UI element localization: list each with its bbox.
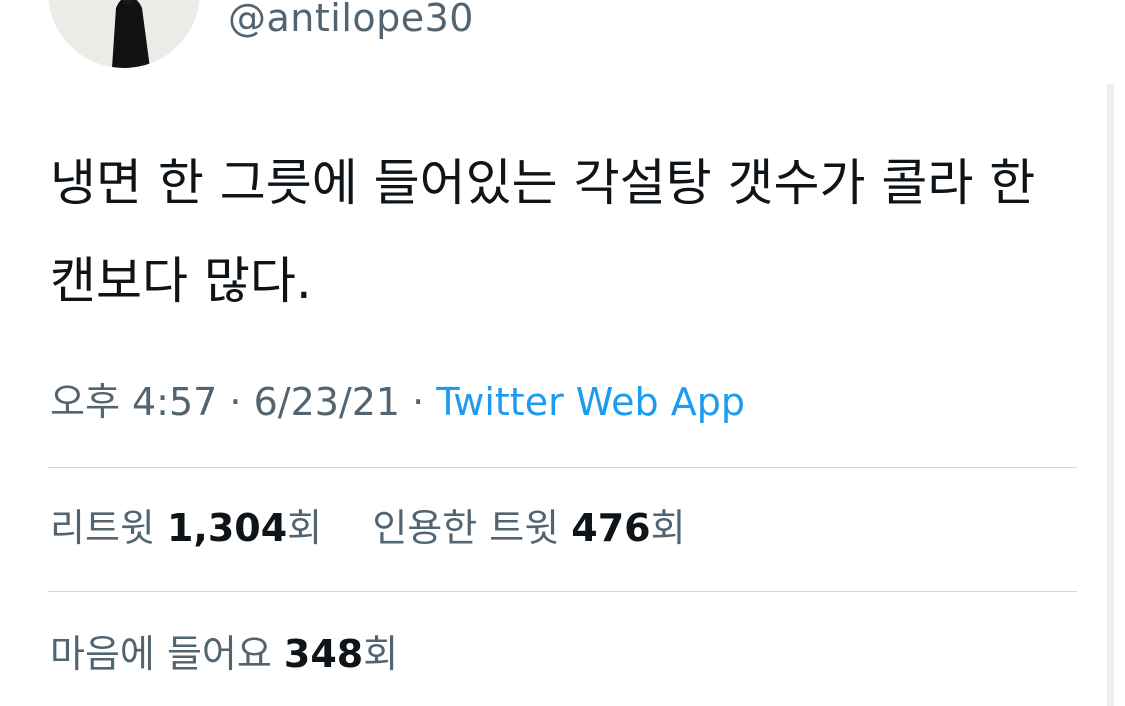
meta-separator: · (400, 380, 437, 424)
likes-label: 마음에 들어요 (50, 632, 284, 676)
tweet-time[interactable]: 오후 4:57 (50, 380, 217, 424)
retweets-count: 1,304 (166, 506, 288, 550)
retweets-unit: 회 (287, 506, 323, 550)
retweets-stat[interactable]: 리트윗 1,304회 (50, 506, 322, 550)
divider (48, 591, 1077, 592)
profile-photo-avatar-icon (48, 0, 200, 68)
likes-unit: 회 (363, 632, 399, 676)
meta-separator: · (217, 380, 254, 424)
quote-tweets-stat[interactable]: 인용한 트윗 476회 (372, 506, 685, 550)
quote-tweets-unit: 회 (650, 506, 686, 550)
scrollbar[interactable] (1107, 84, 1114, 706)
tweet-source-link[interactable]: Twitter Web App (436, 380, 745, 424)
engagement-stats-row: 리트윗 1,304회 인용한 트윗 476회 (50, 504, 686, 552)
likes-stats-row: 마음에 들어요 348회 (50, 630, 398, 678)
likes-stat[interactable]: 마음에 들어요 348회 (50, 632, 398, 676)
quote-tweets-count: 476 (571, 506, 651, 550)
tweet-meta: 오후 4:57 · 6/23/21 · Twitter Web App (50, 378, 745, 426)
divider (48, 467, 1077, 468)
tweet-text: 냉면 한 그릇에 들어있는 각설탕 갯수가 콜라 한 캔보다 많다. (50, 154, 1036, 310)
quote-tweets-label: 인용한 트윗 (372, 506, 572, 550)
likes-count: 348 (283, 632, 364, 676)
tweet-date[interactable]: 6/23/21 (254, 380, 401, 424)
author-handle[interactable]: @antilope30 (228, 0, 474, 40)
retweets-label: 리트윗 (50, 506, 167, 550)
avatar[interactable] (48, 0, 200, 68)
